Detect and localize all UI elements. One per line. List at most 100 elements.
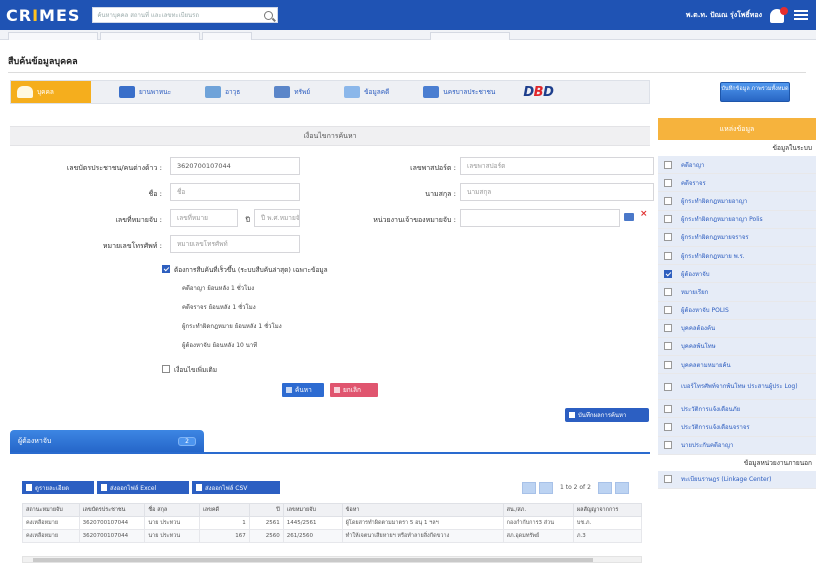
data-source-item[interactable]: ทะเบียนราษฎร (Linkage Center) xyxy=(658,470,816,489)
sub-tab-3[interactable] xyxy=(202,32,252,40)
view-details-button[interactable]: ดูรายละเอียด xyxy=(22,481,94,494)
data-source-checkbox[interactable] xyxy=(664,160,672,169)
column-header[interactable]: เลขบัตรประชาชน xyxy=(78,503,146,517)
name-field[interactable]: ชื่อ xyxy=(170,183,300,201)
warrant-agency-field[interactable] xyxy=(460,209,620,227)
column-header[interactable]: เลขหมายจับ xyxy=(282,503,343,517)
cell-warrant-no: 261/2560 xyxy=(282,529,343,543)
data-source-item[interactable]: ผู้ต้องหาจับ POLIS xyxy=(658,301,816,320)
sidebar-heading: แหล่งข้อมูล xyxy=(658,118,816,140)
export-csv-button[interactable]: ส่งออกไฟล์ CSV xyxy=(192,481,280,494)
prev-page-button[interactable] xyxy=(539,481,553,494)
export-excel-button[interactable]: ส่งออกไฟล์ Excel xyxy=(97,481,189,494)
user-name[interactable]: พ.ต.ท. ปัณณ รุ่งโพธิ์ทอง xyxy=(686,10,762,21)
data-source-checkbox[interactable] xyxy=(664,306,672,315)
surname-label: นามสกุล : xyxy=(425,190,456,198)
table-row[interactable]: คงเหลือหมาย 3620700107044 นาย ประทวน 1 2… xyxy=(22,516,643,530)
data-source-checkbox[interactable] xyxy=(664,269,672,278)
sub-tab-2[interactable] xyxy=(100,32,200,40)
notification-icon[interactable] xyxy=(770,7,788,23)
data-source-item[interactable]: ผู้กระทำผิดกฎหมายอาญา xyxy=(658,192,816,211)
column-header[interactable]: ปี xyxy=(248,503,284,517)
tab-case[interactable]: ข้อมูลคดี xyxy=(338,81,395,103)
column-header[interactable]: ชื่อ สกุล xyxy=(144,503,200,517)
data-source-checkbox[interactable] xyxy=(664,404,672,413)
column-header[interactable]: ข้อหา xyxy=(341,503,504,517)
data-source-checkbox[interactable] xyxy=(664,287,672,296)
data-source-item[interactable]: เบอร์โทรศัพท์จากพ้นโทษ ประสานผู้ประ Log) xyxy=(658,374,816,401)
tab-weapon[interactable]: อาวุธ xyxy=(199,81,246,103)
next-page-button[interactable] xyxy=(597,481,612,494)
phone-field[interactable]: หมายเลขโทรศัพท์ xyxy=(170,235,300,253)
data-source-item[interactable]: ประวัติการแจ้งเตือนจราจร xyxy=(658,418,816,437)
data-source-item[interactable]: บุคคลต้องค้น xyxy=(658,319,816,338)
tab-person[interactable]: บุคคล xyxy=(11,81,91,103)
dbd-logo[interactable]: DBD xyxy=(523,85,554,100)
data-source-item[interactable]: นายประกันคดีอาญา xyxy=(658,436,816,455)
data-source-checkbox[interactable] xyxy=(664,423,672,432)
save-search-button[interactable]: บันทึกผลการค้นหา xyxy=(565,408,649,422)
data-source-checkbox[interactable] xyxy=(664,178,672,187)
tab-property[interactable]: ทรัพย์ xyxy=(268,81,316,103)
results-tab[interactable]: ผู้ต้องหาจับ 2 xyxy=(10,430,204,452)
table-header-row: สถานะหมายจับ เลขบัตรประชาชน ชื่อ สกุล เล… xyxy=(22,503,643,517)
data-source-item[interactable]: บุคคลพ้นโทษ xyxy=(658,337,816,357)
hamburger-menu-icon[interactable] xyxy=(794,10,808,20)
column-header[interactable]: ผลสัญญาจากการ xyxy=(572,503,643,517)
data-source-item[interactable]: คดีอาญา xyxy=(658,156,816,175)
data-source-label: ผู้กระทำผิดกฎหมาย พ.ร. xyxy=(681,252,745,260)
column-header[interactable]: เลขคดี xyxy=(198,503,250,517)
last-page-button[interactable] xyxy=(614,481,629,494)
data-source-checkbox[interactable] xyxy=(664,441,672,450)
table-row[interactable]: คงเหลือหมาย 3620700107044 นาย ประทวน 167… xyxy=(22,529,643,543)
data-source-label: ผู้ต้องหาจับ xyxy=(681,270,710,278)
clear-agency-icon[interactable]: × xyxy=(640,209,648,219)
fast-search-checkbox[interactable] xyxy=(162,265,170,273)
search-button[interactable]: ค้นหา xyxy=(282,383,324,397)
sub-tab-1[interactable] xyxy=(8,32,98,40)
passport-field[interactable]: เลขพาสปอร์ต xyxy=(460,157,654,175)
table-horizontal-scrollbar[interactable] xyxy=(22,556,642,563)
global-search-input[interactable]: ค้นหาบุคคล สถานที่ และเลขทะเบียนรถ xyxy=(92,7,279,23)
cell-year: 2560 xyxy=(248,529,284,543)
clear-button[interactable]: ยกเลิก xyxy=(330,383,378,397)
data-source-item[interactable]: หมายเรียก xyxy=(658,283,816,302)
data-source-item[interactable]: ประวัติการแจ้งเตือนภัย xyxy=(658,400,816,419)
data-source-checkbox[interactable] xyxy=(664,251,672,260)
tab-metro-public[interactable]: นครบาลประชาชน xyxy=(417,81,501,103)
sidebar-subheading: ข้อมูลในระบบ xyxy=(772,144,812,152)
data-source-checkbox[interactable] xyxy=(664,324,672,333)
data-source-item[interactable]: คดีจราจร xyxy=(658,174,816,193)
data-source-checkbox[interactable] xyxy=(664,215,672,224)
column-header[interactable]: สน./สภ. xyxy=(502,503,574,517)
data-source-checkbox[interactable] xyxy=(664,233,672,242)
results-tab-label: ผู้ต้องหาจับ xyxy=(18,436,52,445)
extra-conditions-checkbox[interactable] xyxy=(162,365,170,373)
data-source-item[interactable]: ผู้ต้องหาจับ xyxy=(658,265,816,284)
data-source-checkbox[interactable] xyxy=(664,475,672,484)
data-source-item[interactable]: ผู้กระทำผิดกฎหมาย พ.ร. xyxy=(658,246,816,266)
warrant-agency-label: หน่วยงานเจ้าของหมายจับ : xyxy=(373,216,456,224)
agency-picker-icon[interactable] xyxy=(624,213,634,221)
data-source-checkbox[interactable] xyxy=(664,382,672,391)
id-number-field[interactable]: 3620700107044 xyxy=(170,157,300,175)
search-icon[interactable] xyxy=(264,10,274,20)
view-all-button[interactable]: บันทึกข้อมูล ภาพรวมทั้งหมด xyxy=(720,82,790,102)
scrollbar-thumb[interactable] xyxy=(33,558,593,562)
column-header[interactable]: สถานะหมายจับ xyxy=(22,503,80,517)
surname-field[interactable]: นามสกุล xyxy=(460,183,654,201)
data-source-checkbox[interactable] xyxy=(664,196,672,205)
first-page-button[interactable] xyxy=(522,481,536,494)
sub-tab-4[interactable] xyxy=(430,32,510,40)
warrant-year-field[interactable]: ปี พ.ศ.หมายจับ xyxy=(254,209,300,227)
data-source-checkbox[interactable] xyxy=(664,360,672,369)
data-source-item[interactable]: บุคคลตามหมายค้น xyxy=(658,356,816,375)
document-icon xyxy=(344,86,361,98)
warrant-number-field[interactable]: เลขที่หมาย xyxy=(170,209,238,227)
cell-charge: ผู้โดยสารทำผิดตามมาตรา 5 อนุ 1 ฯลฯ xyxy=(341,516,504,530)
data-source-item[interactable]: ผู้กระทำผิดกฎหมายอาญา Polis xyxy=(658,210,816,229)
tab-vehicle[interactable]: ยานพาหนะ xyxy=(113,81,177,103)
app-logo[interactable]: CRIMES xyxy=(6,6,80,25)
data-source-checkbox[interactable] xyxy=(664,342,672,351)
data-source-item[interactable]: ผู้กระทำผิดกฎหมายจราจร xyxy=(658,228,816,247)
